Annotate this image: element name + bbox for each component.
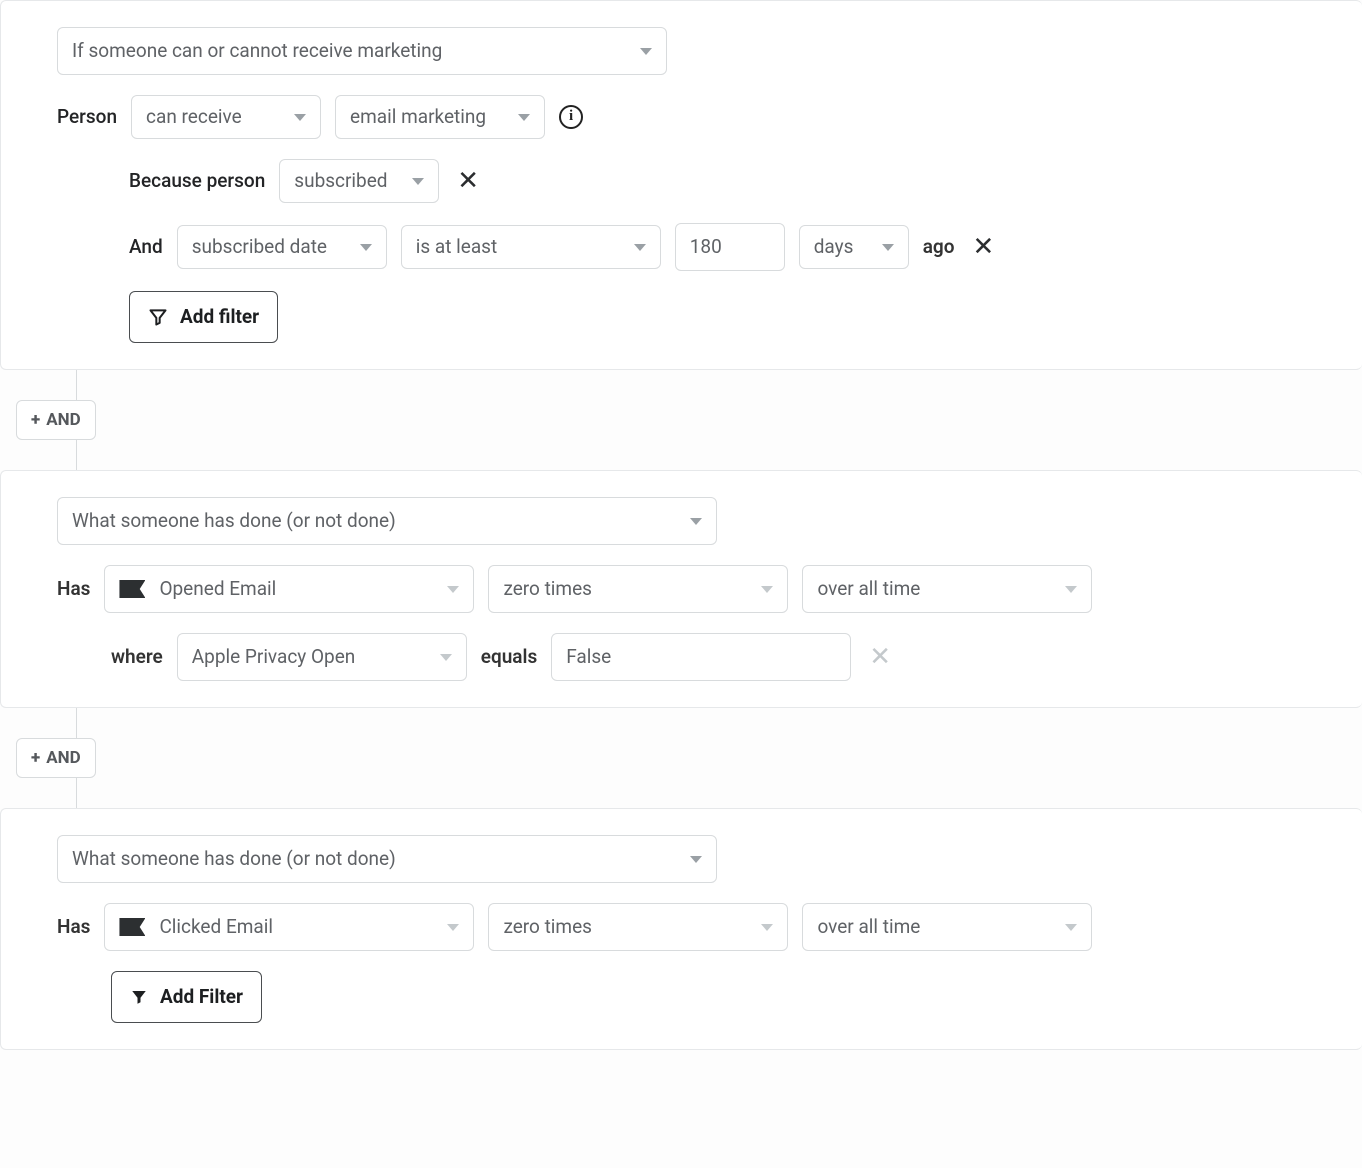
flag-icon: [119, 918, 145, 936]
timeframe-select[interactable]: over all time: [802, 565, 1092, 613]
connector-2: + AND: [0, 708, 1362, 808]
event-value: Clicked Email: [159, 915, 273, 940]
because-label: Because person: [129, 169, 265, 194]
chevron-down-icon: [412, 178, 424, 185]
remove-date-icon[interactable]: ✕: [968, 234, 998, 260]
condition-type-select[interactable]: What someone has done (or not done): [57, 835, 717, 883]
chevron-down-icon: [761, 924, 773, 931]
channel-select[interactable]: email marketing: [335, 95, 545, 139]
date-operator-select[interactable]: is at least: [401, 225, 661, 269]
condition-type-label: If someone can or cannot receive marketi…: [72, 39, 442, 64]
event-select[interactable]: Opened Email: [104, 565, 474, 613]
event-select[interactable]: Clicked Email: [104, 903, 474, 951]
condition-group-2: What someone has done (or not done) Has …: [0, 470, 1362, 708]
channel-value: email marketing: [350, 105, 486, 130]
times-select[interactable]: zero times: [488, 903, 788, 951]
chevron-down-icon: [640, 48, 652, 55]
times-value: zero times: [503, 915, 592, 940]
remove-because-icon[interactable]: ✕: [453, 168, 483, 194]
filter-value: False: [566, 645, 611, 670]
add-and-button[interactable]: + AND: [16, 738, 96, 778]
condition-group-3: What someone has done (or not done) Has …: [0, 808, 1362, 1050]
add-and-button[interactable]: + AND: [16, 400, 96, 440]
chevron-down-icon: [447, 924, 459, 931]
timeframe-select[interactable]: over all time: [802, 903, 1092, 951]
condition-type-select[interactable]: What someone has done (or not done): [57, 497, 717, 545]
add-filter-label: Add Filter: [160, 985, 243, 1010]
date-field-select[interactable]: subscribed date: [177, 225, 387, 269]
chevron-down-icon: [690, 856, 702, 863]
filter-value-input[interactable]: False: [551, 633, 851, 681]
filter-field-select[interactable]: Apple Privacy Open: [177, 633, 467, 681]
chevron-down-icon: [440, 654, 452, 661]
amount-input[interactable]: 180: [675, 223, 785, 271]
chevron-down-icon: [447, 586, 459, 593]
timeframe-value: over all time: [817, 915, 920, 940]
where-label: where: [111, 645, 163, 670]
filter-field-value: Apple Privacy Open: [192, 645, 356, 670]
chevron-down-icon: [360, 244, 372, 251]
chevron-down-icon: [1065, 586, 1077, 593]
funnel-icon: [130, 988, 148, 1006]
chevron-down-icon: [690, 518, 702, 525]
add-filter-button[interactable]: Add Filter: [111, 971, 262, 1023]
event-value: Opened Email: [159, 577, 276, 602]
has-label: Has: [57, 915, 90, 940]
chevron-down-icon: [634, 244, 646, 251]
because-value: subscribed: [294, 169, 387, 194]
date-operator-value: is at least: [416, 235, 497, 260]
ago-label: ago: [923, 235, 955, 260]
plus-icon: +: [31, 747, 40, 769]
chevron-down-icon: [761, 586, 773, 593]
condition-type-label: What someone has done (or not done): [72, 847, 396, 872]
unit-select[interactable]: days: [799, 225, 909, 269]
can-receive-value: can receive: [146, 105, 242, 130]
date-field-value: subscribed date: [192, 235, 327, 260]
equals-label: equals: [481, 645, 537, 670]
person-label: Person: [57, 105, 117, 130]
add-filter-button[interactable]: Add filter: [129, 291, 278, 343]
unit-value: days: [814, 235, 854, 260]
times-value: zero times: [503, 577, 592, 602]
amount-value: 180: [690, 235, 722, 260]
chevron-down-icon: [1065, 924, 1077, 931]
condition-group-1: If someone can or cannot receive marketi…: [0, 0, 1362, 370]
can-receive-select[interactable]: can receive: [131, 95, 321, 139]
info-icon[interactable]: i: [559, 105, 583, 129]
plus-icon: +: [31, 409, 40, 431]
flag-icon: [119, 580, 145, 598]
add-filter-label: Add filter: [180, 305, 259, 330]
chevron-down-icon: [882, 244, 894, 251]
because-select[interactable]: subscribed: [279, 159, 439, 203]
chevron-down-icon: [294, 114, 306, 121]
chevron-down-icon: [518, 114, 530, 121]
condition-type-label: What someone has done (or not done): [72, 509, 396, 534]
remove-filter-icon[interactable]: ✕: [865, 644, 895, 670]
times-select[interactable]: zero times: [488, 565, 788, 613]
has-label: Has: [57, 577, 90, 602]
and-label: AND: [46, 409, 80, 431]
and-label: AND: [46, 747, 80, 769]
timeframe-value: over all time: [817, 577, 920, 602]
funnel-icon: [148, 307, 168, 327]
connector-1: + AND: [0, 370, 1362, 470]
condition-type-select[interactable]: If someone can or cannot receive marketi…: [57, 27, 667, 75]
and-label: And: [129, 235, 163, 260]
